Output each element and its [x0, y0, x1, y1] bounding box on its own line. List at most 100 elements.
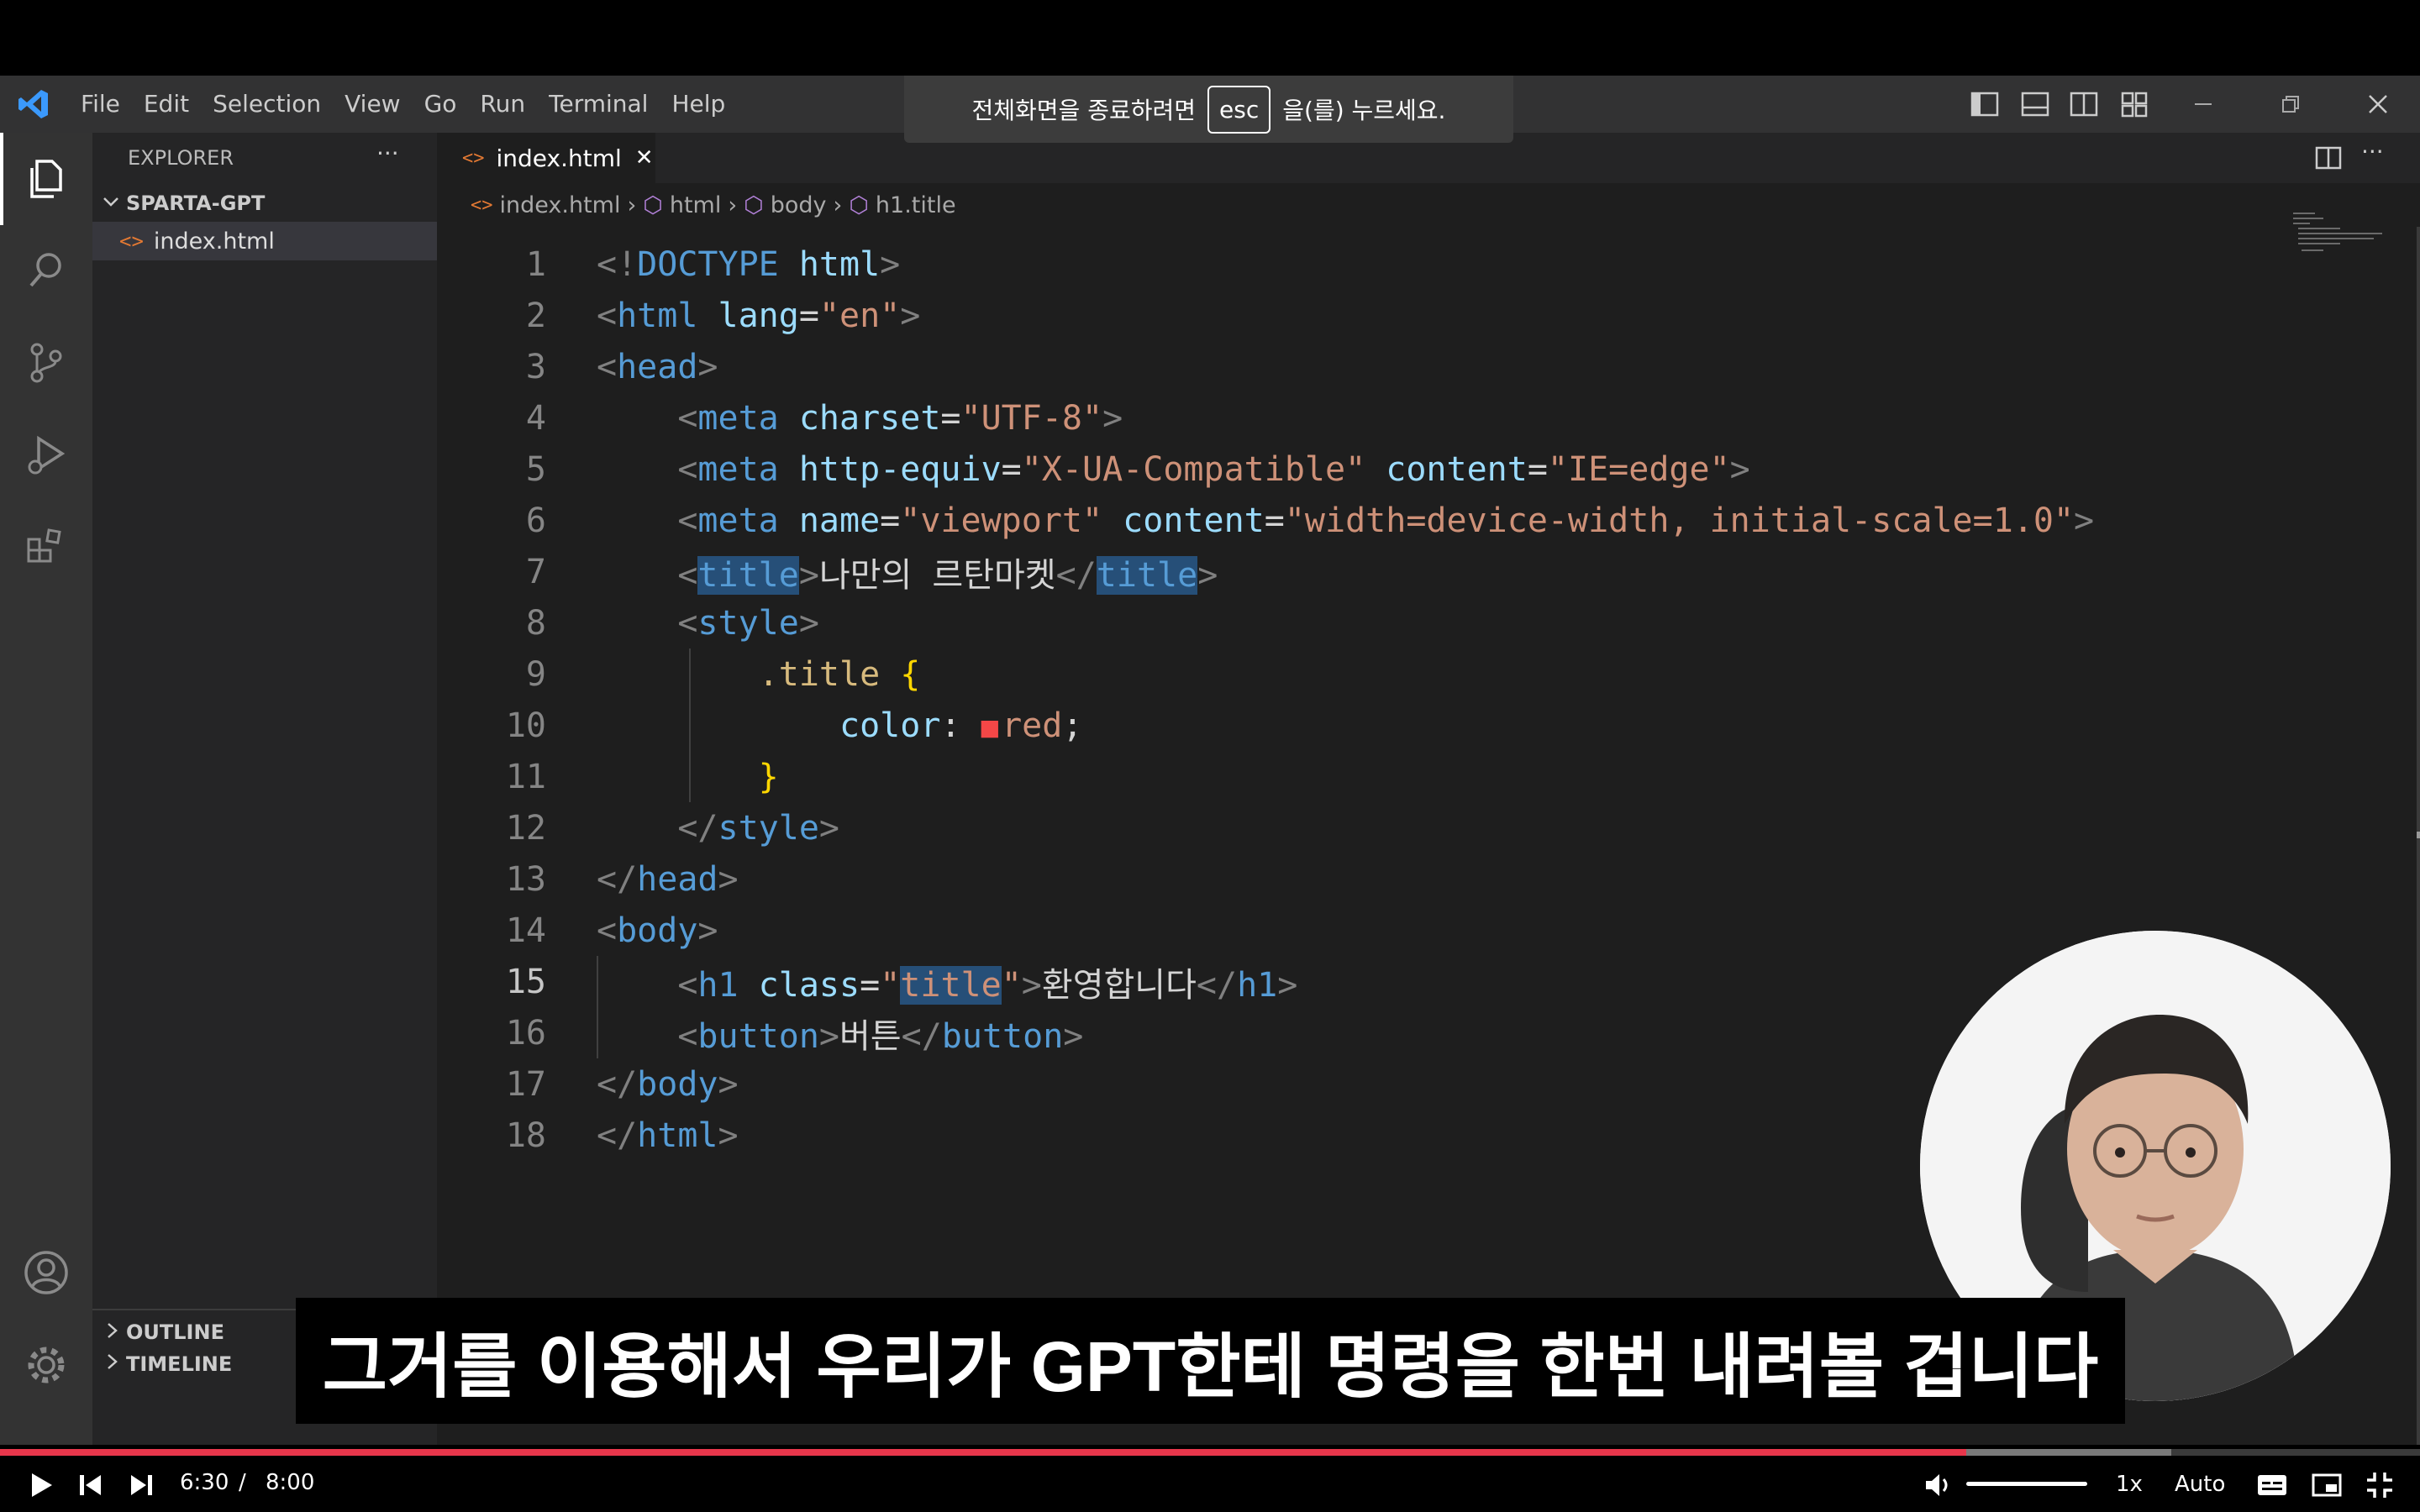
html-file-icon: <> — [462, 147, 485, 169]
menu-item-view[interactable]: View — [333, 76, 412, 133]
line-number: 11 — [505, 757, 546, 796]
minimap[interactable] — [2290, 208, 2391, 276]
timeline-label: TIMELINE — [126, 1352, 233, 1376]
accounts-icon[interactable] — [0, 1226, 92, 1319]
toggle-panel-icon[interactable] — [2021, 90, 2049, 118]
menu-item-file[interactable]: File — [69, 76, 132, 133]
search-icon[interactable] — [0, 223, 92, 316]
code-text: <button>버튼</button> — [597, 1009, 1083, 1058]
code-token: < — [597, 296, 618, 335]
code-token: "UTF-8" — [960, 398, 1103, 438]
next-icon[interactable] — [126, 1470, 156, 1500]
code-line[interactable]: 4 <meta charset="UTF-8"> — [437, 392, 2370, 444]
chevron-right-icon: › — [833, 192, 843, 218]
previous-icon[interactable] — [76, 1470, 106, 1500]
quality-setting[interactable]: Auto — [2175, 1472, 2225, 1497]
breadcrumb-body[interactable]: body — [771, 192, 827, 218]
code-line[interactable]: 1 <!DOCTYPE html> — [437, 239, 2370, 290]
code-token: < — [597, 555, 698, 595]
code-text: color: ■ red; — [597, 706, 1082, 745]
code-line[interactable]: 5 <meta http-equiv="X-UA-Compatible" con… — [437, 444, 2370, 495]
menu-item-run[interactable]: Run — [468, 76, 537, 133]
play-icon[interactable] — [25, 1470, 55, 1500]
menu-item-help[interactable]: Help — [660, 76, 737, 133]
code-line[interactable]: 13 </head> — [437, 853, 2370, 905]
menu-item-edit[interactable]: Edit — [132, 76, 201, 133]
code-token: > — [1729, 449, 1750, 489]
volume-icon[interactable] — [1923, 1470, 1953, 1500]
menu-item-terminal[interactable]: Terminal — [537, 76, 660, 133]
code-token: > — [798, 603, 819, 643]
code-line[interactable]: 3 <head> — [437, 341, 2370, 392]
code-token: head — [637, 859, 718, 899]
time-separator: / — [239, 1470, 246, 1495]
indent-guide — [597, 956, 598, 1058]
file-item-index-html[interactable]: <> index.html — [92, 222, 437, 260]
code-token: meta — [697, 501, 799, 540]
editor-more-actions-icon[interactable]: ··· — [2361, 138, 2384, 165]
current-time: 6:30 — [180, 1470, 229, 1495]
folder-header[interactable]: SPARTA-GPT — [92, 185, 437, 222]
explorer-icon[interactable] — [0, 133, 92, 225]
code-text: <meta http-equiv="X-UA-Compatible" conte… — [597, 449, 1750, 489]
subtitles-icon[interactable] — [2256, 1470, 2288, 1500]
progress-played[interactable] — [0, 1449, 1966, 1456]
tab-index-html[interactable]: <> index.html ✕ — [437, 133, 655, 183]
code-text: </html> — [597, 1116, 739, 1155]
code-line[interactable]: 9 .title { — [437, 648, 2370, 700]
element-icon: ⬡ — [849, 192, 869, 218]
code-line[interactable]: 11 } — [437, 751, 2370, 802]
hint-text-before: 전체화면을 종료하려면 — [971, 97, 1197, 124]
code-text: <h1 class="title">환영합니다</h1> — [597, 958, 1297, 1006]
file-name: index.html — [153, 228, 275, 255]
more-actions-icon[interactable]: ··· — [376, 139, 399, 167]
code-token: html — [617, 296, 718, 335]
code-token: = — [798, 296, 819, 335]
pip-icon[interactable] — [2311, 1470, 2343, 1500]
minimize-icon[interactable] — [2170, 76, 2237, 133]
code-line[interactable]: 7 <title>나만의 르탄마켓</title> — [437, 546, 2370, 597]
settings-gear-icon[interactable] — [0, 1319, 92, 1411]
menu-item-selection[interactable]: Selection — [201, 76, 333, 133]
code-token: 버튼 — [839, 1016, 902, 1056]
vertical-scrollbar[interactable] — [2395, 227, 2420, 1445]
volume-slider[interactable] — [1966, 1482, 2087, 1486]
extensions-icon[interactable] — [0, 501, 92, 593]
toggle-secondary-sidebar-icon[interactable] — [2070, 90, 2098, 118]
playback-speed[interactable]: 1x — [2116, 1472, 2143, 1497]
exit-fullscreen-icon[interactable] — [2365, 1470, 2395, 1500]
breadcrumb-file[interactable]: index.html — [500, 192, 621, 218]
code-token: < — [597, 603, 698, 643]
menu-item-go[interactable]: Go — [413, 76, 469, 133]
customize-layout-icon[interactable] — [2120, 90, 2149, 118]
code-line[interactable]: 6 <meta name="viewport" content="width=d… — [437, 495, 2370, 546]
code-token: = — [860, 965, 881, 1005]
code-token: > — [2074, 501, 2095, 540]
code-line[interactable]: 8 <style> — [437, 597, 2370, 648]
code-token: { — [900, 654, 921, 694]
code-token: = — [880, 501, 901, 540]
code-token: > — [697, 911, 718, 950]
toggle-sidebar-icon[interactable] — [1970, 90, 1999, 118]
run-debug-icon[interactable] — [0, 408, 92, 501]
close-window-icon[interactable] — [2344, 76, 2412, 133]
split-editor-icon[interactable] — [2315, 144, 2342, 171]
breadcrumb-html[interactable]: html — [670, 192, 722, 218]
close-tab-icon[interactable]: ✕ — [635, 145, 654, 171]
element-icon: ⬡ — [744, 192, 764, 218]
code-line[interactable]: 12 </style> — [437, 802, 2370, 853]
code-token: content — [1386, 449, 1528, 489]
restore-icon[interactable] — [2257, 76, 2324, 133]
line-number: 14 — [505, 911, 546, 950]
source-control-icon[interactable] — [0, 316, 92, 408]
code-token: < — [597, 501, 698, 540]
code-line[interactable]: 10 color: ■ red; — [437, 700, 2370, 751]
breadcrumb-h1[interactable]: h1.title — [876, 192, 956, 218]
explorer-sidebar: EXPLORER ··· SPARTA-GPT <> index.html OU… — [92, 133, 437, 1445]
code-token: < — [597, 1016, 698, 1056]
line-number: 5 — [525, 449, 546, 489]
code-line[interactable]: 2 <html lang="en"> — [437, 290, 2370, 341]
code-token: body — [637, 1064, 718, 1104]
